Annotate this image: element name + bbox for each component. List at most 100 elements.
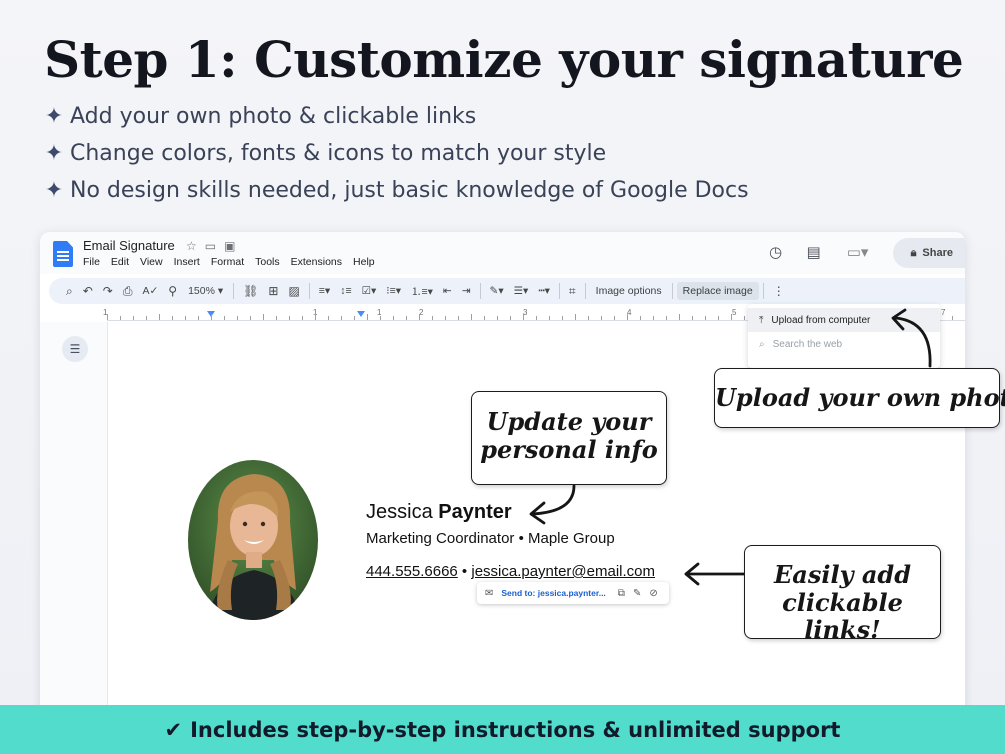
edit-link-icon[interactable]: ✎ bbox=[633, 588, 641, 599]
menu-view[interactable]: View bbox=[140, 256, 163, 268]
menu-insert[interactable]: Insert bbox=[174, 256, 200, 268]
star-icon[interactable]: ☆ bbox=[186, 239, 197, 253]
profile-photo[interactable] bbox=[188, 460, 318, 620]
remove-link-icon[interactable]: ⊘ bbox=[649, 588, 657, 599]
border-color-icon[interactable]: ✎▾ bbox=[485, 285, 509, 297]
ruler-tick bbox=[276, 316, 277, 320]
insert-image-icon[interactable]: ▨ bbox=[283, 284, 304, 298]
ruler-tick bbox=[614, 316, 615, 320]
ruler-tick bbox=[159, 314, 160, 320]
ruler-tick bbox=[562, 316, 563, 320]
cloud-status-icon[interactable]: ▣ bbox=[224, 239, 235, 253]
ruler-tick bbox=[289, 316, 290, 320]
line-spacing-icon[interactable]: ↕≡ bbox=[335, 285, 356, 297]
version-history-icon[interactable]: ◷ bbox=[767, 244, 785, 262]
menu-format[interactable]: Format bbox=[211, 256, 244, 268]
ruler-tick bbox=[133, 316, 134, 320]
ruler-tick bbox=[679, 314, 680, 320]
last-name: Paynter bbox=[438, 501, 512, 523]
undo-icon[interactable]: ↶ bbox=[78, 284, 98, 298]
signature-job-title[interactable]: Marketing Coordinator • Maple Group bbox=[366, 530, 615, 547]
ruler-tick bbox=[718, 316, 719, 320]
link-preview-popup: ✉ Send to: jessica.paynter... ⧉ ✎ ⊘ bbox=[477, 582, 669, 604]
ruler-tick bbox=[640, 316, 641, 320]
add-comment-icon[interactable]: ⊞ bbox=[263, 284, 283, 298]
ruler-tick bbox=[250, 316, 251, 320]
ruler-tick bbox=[380, 316, 381, 320]
align-icon[interactable]: ≡▾ bbox=[314, 285, 335, 297]
feature-item: ✦ No design skills needed, just basic kno… bbox=[44, 178, 749, 203]
ruler-tick bbox=[666, 316, 667, 320]
search-icon: ⌕ bbox=[759, 338, 765, 350]
paint-format-icon[interactable]: ⚲ bbox=[163, 284, 182, 298]
phone-link[interactable]: 444.555.6666 bbox=[366, 563, 458, 580]
search-menus-icon[interactable]: ⌕ bbox=[61, 284, 78, 299]
upload-photo-callout: Upload your own photo bbox=[714, 368, 1005, 428]
docs-titlebar: Email Signature ☆ ▭ ▣ File Edit View Ins… bbox=[40, 232, 965, 274]
menu-extensions[interactable]: Extensions bbox=[291, 256, 342, 268]
ruler-tick bbox=[549, 316, 550, 320]
right-indent-marker[interactable] bbox=[357, 311, 365, 317]
numbered-list-icon[interactable]: ⒈≡▾ bbox=[406, 284, 438, 299]
ruler-tick bbox=[692, 316, 693, 320]
search-web-item[interactable]: ⌕ Search the web bbox=[748, 332, 940, 356]
upload-from-computer-item[interactable]: ⤒ Upload from computer bbox=[748, 308, 940, 332]
ruler-tick bbox=[328, 316, 329, 320]
crop-image-icon[interactable]: ⌗ bbox=[564, 284, 581, 299]
image-options-button[interactable]: Image options bbox=[590, 282, 668, 300]
ruler-tick bbox=[432, 316, 433, 320]
bulleted-list-icon[interactable]: ⁝≡▾ bbox=[381, 285, 406, 297]
checklist-icon[interactable]: ☑▾ bbox=[357, 285, 382, 297]
ruler-tick bbox=[536, 316, 537, 320]
replace-image-menu: ⤒ Upload from computer ⌕ Search the web bbox=[748, 304, 940, 368]
menu-edit[interactable]: Edit bbox=[111, 256, 129, 268]
border-weight-icon[interactable]: ☰▾ bbox=[509, 285, 534, 297]
comments-icon[interactable]: ▤ bbox=[805, 244, 823, 262]
footer-text: Includes step-by-step instructions & unl… bbox=[190, 717, 841, 742]
docs-toolbar: ⌕ ↶ ↷ ⎙ A✓ ⚲ 150% ▾ ⛓ ⊞ ▨ ≡▾ ↕≡ ☑▾ ⁝≡▾ ⒈… bbox=[49, 278, 965, 304]
redo-icon[interactable]: ↷ bbox=[98, 284, 118, 298]
increase-indent-icon[interactable]: ⇥ bbox=[457, 285, 476, 297]
menu-bar: File Edit View Insert Format Tools Exten… bbox=[83, 256, 375, 268]
sparkle-icon: ✦ bbox=[44, 104, 64, 129]
document-title[interactable]: Email Signature bbox=[83, 238, 175, 253]
clickable-links-callout: Easily add clickable links! bbox=[744, 545, 941, 644]
lock-icon: 🔒︎ bbox=[910, 246, 917, 259]
upload-icon: ⤒ bbox=[759, 314, 764, 326]
link-preview-text[interactable]: Send to: jessica.paynter... bbox=[501, 588, 605, 598]
decrease-indent-icon[interactable]: ⇤ bbox=[438, 285, 457, 297]
insert-link-icon[interactable]: ⛓ bbox=[238, 284, 263, 298]
menu-file[interactable]: File bbox=[83, 256, 100, 268]
ruler-tick bbox=[263, 314, 264, 320]
ruler-tick bbox=[367, 314, 368, 320]
ruler-tick bbox=[627, 314, 628, 320]
menu-tools[interactable]: Tools bbox=[255, 256, 280, 268]
ruler-tick bbox=[120, 316, 121, 320]
signature-name[interactable]: Jessica Paynter bbox=[366, 501, 512, 524]
meet-icon[interactable]: ▭▾ bbox=[843, 244, 873, 262]
docs-logo-icon[interactable] bbox=[53, 241, 73, 267]
zoom-select[interactable]: 150% ▾ bbox=[182, 285, 229, 297]
outline-list-icon[interactable]: ☰ bbox=[62, 336, 88, 362]
border-dash-icon[interactable]: ┅▾ bbox=[533, 285, 555, 297]
share-button[interactable]: 🔒︎ Share bbox=[892, 238, 965, 268]
replace-image-button[interactable]: Replace image bbox=[676, 282, 759, 300]
ruler-tick bbox=[588, 316, 589, 320]
sparkle-icon: ✦ bbox=[44, 141, 64, 166]
copy-link-icon[interactable]: ⧉ bbox=[618, 588, 625, 599]
move-folder-icon[interactable]: ▭ bbox=[205, 239, 216, 253]
ruler-tick bbox=[211, 314, 212, 320]
feature-item: ✦ Add your own photo & clickable links bbox=[44, 104, 477, 129]
ruler-tick bbox=[185, 316, 186, 320]
more-options-icon[interactable]: ⋮ bbox=[768, 284, 790, 298]
email-link[interactable]: jessica.paynter@email.com bbox=[471, 563, 655, 580]
spellcheck-icon[interactable]: A✓ bbox=[137, 285, 163, 297]
ruler-tick bbox=[146, 316, 147, 320]
ruler-tick bbox=[354, 316, 355, 320]
ruler-tick bbox=[523, 314, 524, 320]
print-icon[interactable]: ⎙ bbox=[118, 284, 138, 299]
ruler-tick bbox=[744, 316, 745, 320]
menu-help[interactable]: Help bbox=[353, 256, 375, 268]
profile-photo-image bbox=[188, 460, 318, 620]
ruler-tick bbox=[393, 316, 394, 320]
